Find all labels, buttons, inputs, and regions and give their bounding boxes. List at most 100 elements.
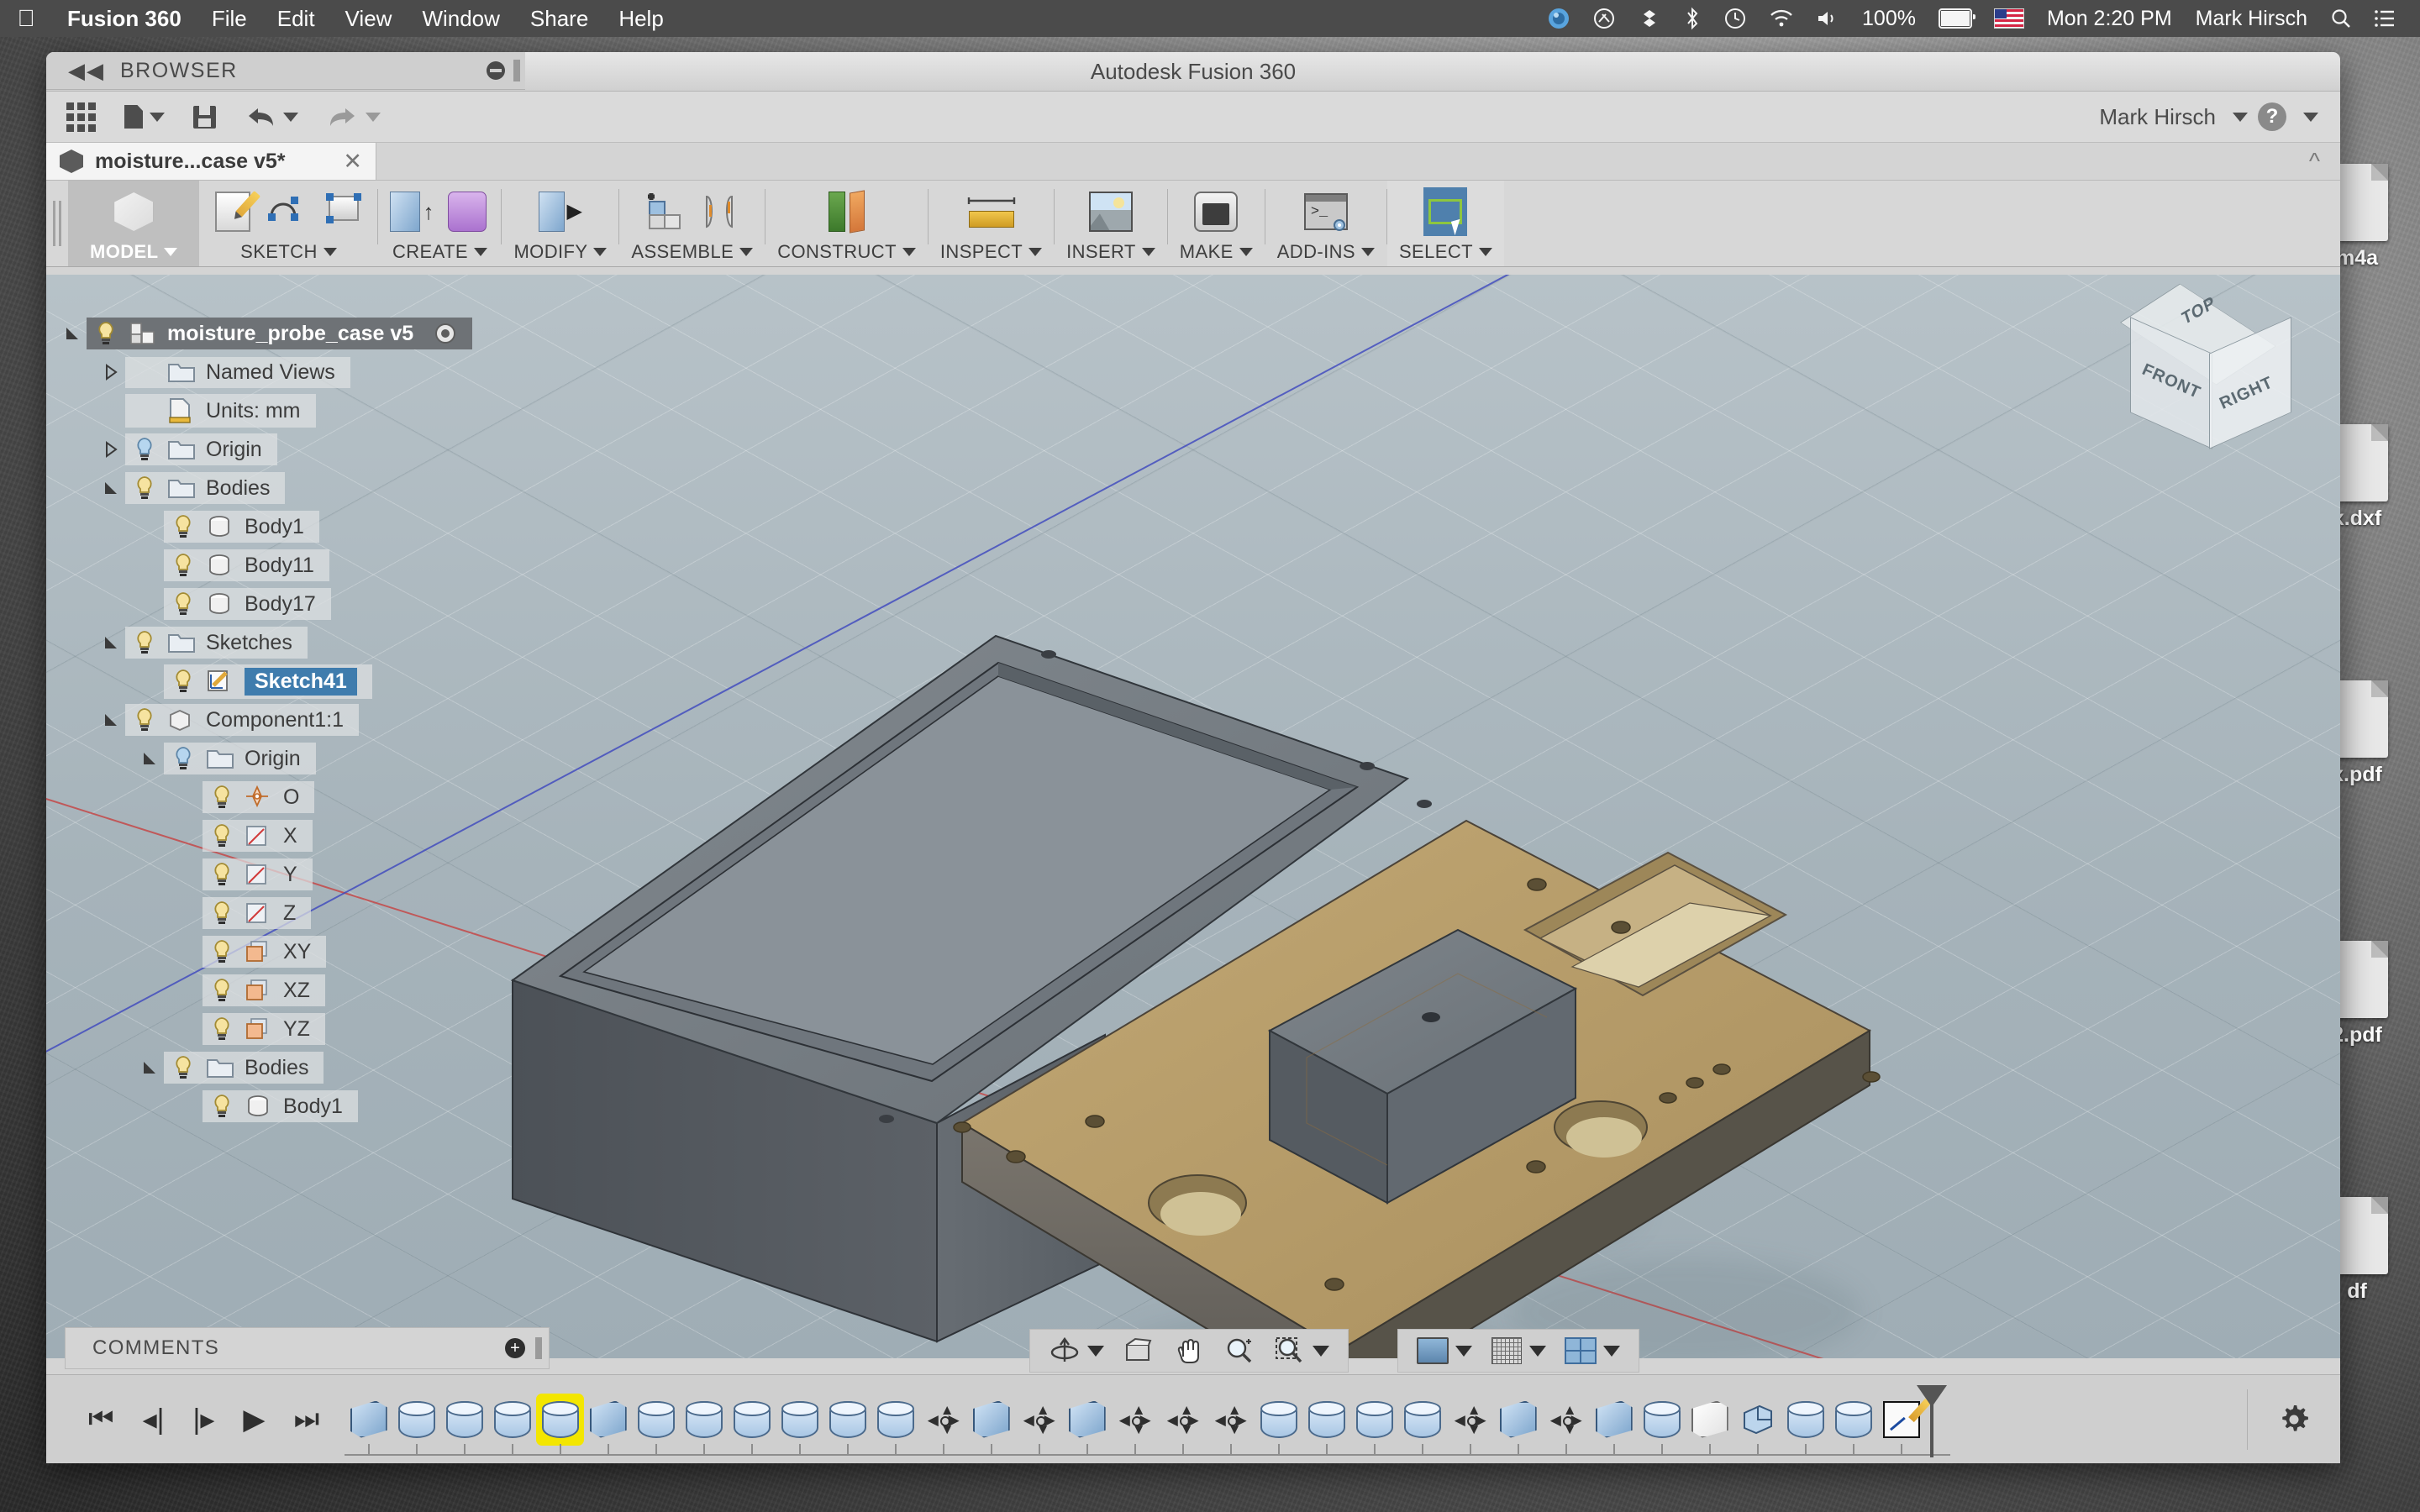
ribbon-group-inspect-label[interactable]: INSPECT: [940, 241, 1042, 263]
menu-view[interactable]: View: [330, 6, 408, 32]
timeline-feature[interactable]: [1063, 1394, 1111, 1446]
ribbon-group-addins[interactable]: >_ ADD-INS: [1265, 181, 1386, 266]
browser-tree-item-pill[interactable]: Origin: [125, 433, 277, 465]
browser-tree-item-pill[interactable]: Component1:1: [125, 704, 359, 736]
creative-cloud-icon[interactable]: [1581, 7, 1627, 30]
light-bulb-icon[interactable]: [211, 785, 236, 810]
light-bulb-icon[interactable]: [211, 862, 236, 887]
chevron-expanded-icon[interactable]: [135, 1059, 164, 1076]
grid-snaps-button[interactable]: [1491, 1336, 1546, 1365]
timeline-feature[interactable]: [728, 1394, 776, 1446]
siri-icon[interactable]: [1536, 7, 1581, 30]
browser-tree-item-pill[interactable]: moisture_probe_case v5: [87, 318, 472, 349]
timeline-feature[interactable]: [680, 1394, 728, 1446]
revolve-icon[interactable]: [445, 190, 489, 234]
browser-tree-item[interactable]: Body1: [46, 507, 534, 546]
close-icon[interactable]: ✕: [343, 149, 362, 175]
light-bulb-icon[interactable]: [211, 1016, 236, 1042]
timeline-feature[interactable]: [584, 1394, 632, 1446]
pan-button[interactable]: [1173, 1336, 1205, 1365]
us-flag-icon[interactable]: [1983, 8, 2035, 29]
create-sketch-icon[interactable]: [211, 190, 255, 234]
view-cube[interactable]: TOP FRONT RIGHT: [2112, 275, 2288, 454]
app-grid-button[interactable]: [66, 102, 96, 132]
browser-tree-item-pill[interactable]: Y: [203, 858, 313, 890]
timeline-feature[interactable]: [1781, 1394, 1829, 1446]
ribbon-group-create[interactable]: ↑ CREATE: [378, 181, 501, 266]
browser-tree-item[interactable]: Origin: [46, 430, 534, 469]
plane-icon[interactable]: [322, 190, 366, 234]
light-bulb-icon[interactable]: [172, 746, 197, 771]
timeline-feature[interactable]: [536, 1394, 584, 1446]
chevron-down-icon[interactable]: [2233, 113, 2248, 122]
collapse-left-icon[interactable]: ◀◀: [46, 58, 120, 84]
browser-tree-item[interactable]: Sketch41: [46, 662, 534, 701]
browser-tree-item[interactable]: Bodies: [46, 1048, 534, 1087]
browser-tree-item-pill[interactable]: Bodies: [125, 472, 285, 504]
press-pull-icon[interactable]: ▶: [539, 190, 582, 234]
add-comment-icon[interactable]: +: [505, 1338, 525, 1358]
chevron-expanded-icon[interactable]: [97, 711, 125, 728]
new-document-button[interactable]: [124, 105, 165, 129]
ribbon-group-select-label[interactable]: SELECT: [1399, 241, 1492, 263]
spotlight-search-icon[interactable]: [2319, 8, 2363, 29]
timeline-feature[interactable]: [776, 1394, 823, 1446]
chevron-expanded-icon[interactable]: [58, 325, 87, 342]
ribbon-group-construct[interactable]: CONSTRUCT: [765, 181, 928, 266]
chevron-expanded-icon[interactable]: [97, 634, 125, 651]
light-bulb-icon[interactable]: [172, 553, 197, 578]
timeline-feature[interactable]: ▲▼◀▶: [1159, 1394, 1207, 1446]
document-tab[interactable]: moisture...case v5* ✕: [46, 143, 376, 180]
browser-tree-item-pill[interactable]: Body1: [203, 1090, 358, 1122]
browser-tree-item-pill[interactable]: Bodies: [164, 1052, 324, 1084]
browser-tree-item-pill[interactable]: X: [203, 820, 313, 852]
light-bulb-icon[interactable]: [95, 321, 120, 346]
help-question-icon[interactable]: ?: [2258, 102, 2286, 131]
chevron-up-icon[interactable]: ^: [2309, 148, 2320, 175]
redo-button[interactable]: [327, 104, 381, 129]
browser-tree-item[interactable]: Z: [46, 894, 534, 932]
light-bulb-icon[interactable]: [134, 475, 159, 501]
timeline-feature[interactable]: [392, 1394, 440, 1446]
timeline-marker[interactable]: [1930, 1385, 1933, 1457]
ribbon-group-inspect[interactable]: INSPECT: [929, 181, 1054, 266]
light-bulb-icon[interactable]: [172, 1055, 197, 1080]
timeline-feature[interactable]: [440, 1394, 488, 1446]
timeline-feature[interactable]: [1686, 1394, 1733, 1446]
ribbon-group-make-label[interactable]: MAKE: [1180, 241, 1253, 263]
ribbon-group-select[interactable]: SELECT: [1387, 181, 1504, 266]
browser-tree-item-pill[interactable]: Body11: [164, 549, 329, 581]
insert-image-icon[interactable]: [1089, 190, 1133, 234]
chevron-collapsed-icon[interactable]: [97, 364, 125, 381]
look-at-button[interactable]: [1123, 1336, 1155, 1365]
light-bulb-icon[interactable]: [134, 437, 159, 462]
browser-tree-item[interactable]: O: [46, 778, 534, 816]
browser-tree-item-pill[interactable]: Body17: [164, 588, 331, 620]
panel-resize-grip[interactable]: [513, 60, 517, 81]
new-component-icon[interactable]: [643, 190, 687, 234]
browser-tree-item[interactable]: X: [46, 816, 534, 855]
select-window-icon[interactable]: [1420, 186, 1470, 237]
spline-icon[interactable]: [266, 190, 310, 234]
light-bulb-icon[interactable]: [211, 1094, 236, 1119]
ribbon-group-construct-label[interactable]: CONSTRUCT: [777, 241, 916, 263]
browser-tree-item[interactable]: Units: mm: [46, 391, 534, 430]
jump-end-icon[interactable]: ⏭: [294, 1403, 320, 1436]
browser-tree-item[interactable]: Body1: [46, 1087, 534, 1126]
browser-tree-item[interactable]: Named Views: [46, 353, 534, 391]
browser-tree-item-pill[interactable]: Named Views: [125, 357, 350, 388]
ribbon-grip[interactable]: [46, 181, 68, 266]
browser-tree-item[interactable]: XZ: [46, 971, 534, 1010]
timeline-feature[interactable]: [1590, 1394, 1638, 1446]
ribbon-group-model-label[interactable]: MODEL: [90, 241, 177, 263]
zoom-button[interactable]: [1223, 1336, 1255, 1365]
timeline-feature[interactable]: [1733, 1394, 1781, 1446]
browser-tree-item-pill[interactable]: Units: mm: [125, 394, 316, 428]
browser-tree-item[interactable]: Body11: [46, 546, 534, 585]
menu-edit[interactable]: Edit: [262, 6, 330, 32]
timeline-feature[interactable]: [1350, 1394, 1398, 1446]
joint-icon[interactable]: [698, 190, 742, 234]
browser-tree-item[interactable]: Sketches: [46, 623, 534, 662]
ribbon-group-model[interactable]: MODEL: [68, 181, 199, 266]
browser-tree-item-pill[interactable]: Sketches: [125, 627, 308, 659]
